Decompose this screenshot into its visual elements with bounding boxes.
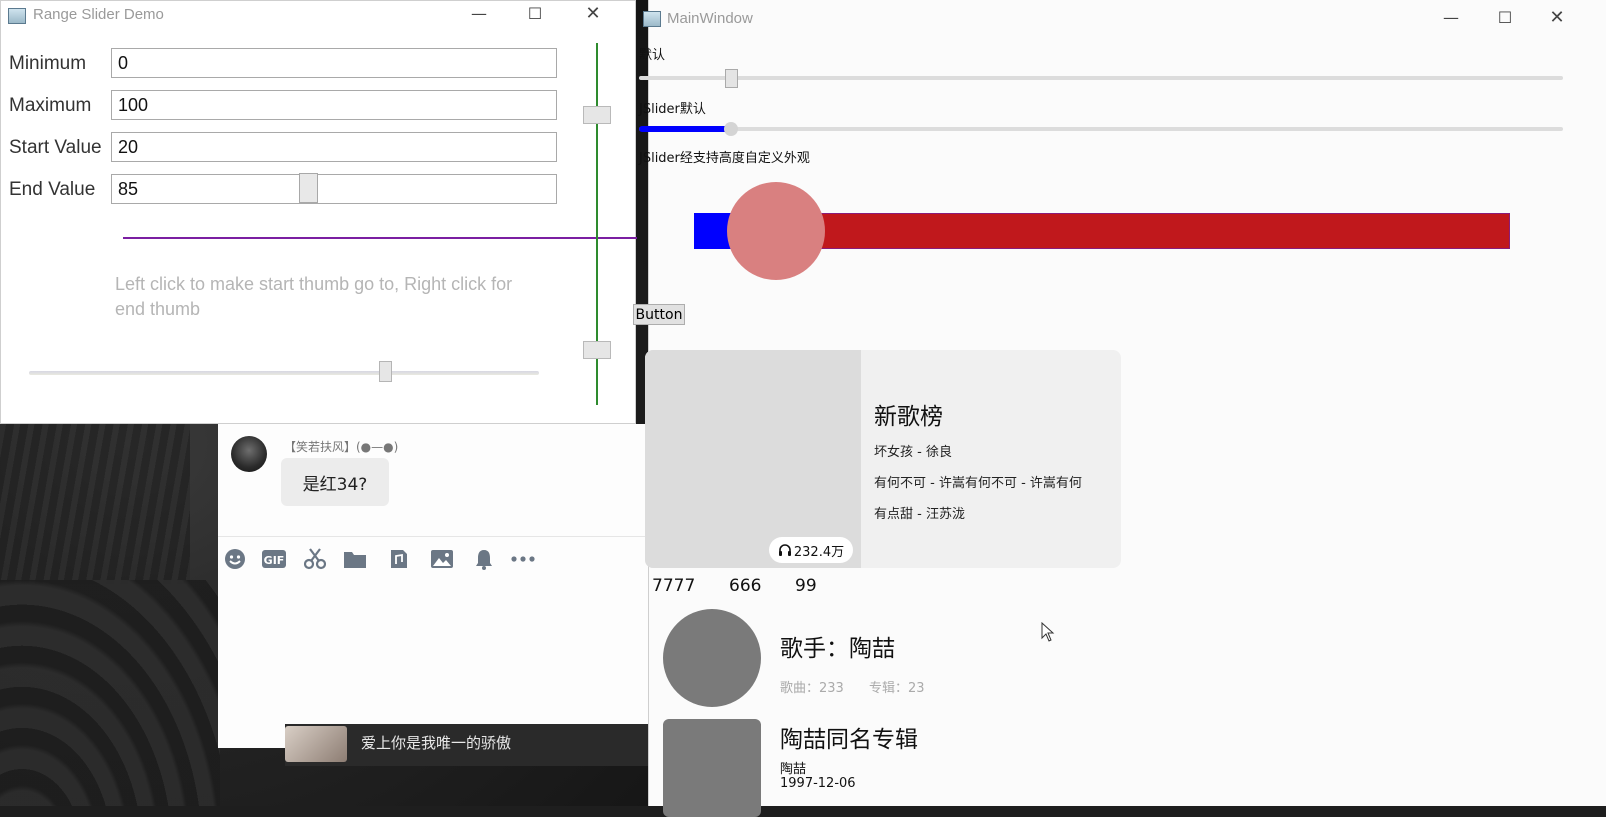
singer-name: 歌手：陶喆 xyxy=(780,636,895,662)
bottom-slider-track[interactable] xyxy=(29,371,539,375)
jslider-custom-label: JSlider经支持高度自定义外观 xyxy=(639,151,810,166)
app-icon xyxy=(8,8,26,24)
desktop-decoration xyxy=(0,424,190,584)
play-count-badge: 232.4万 xyxy=(769,537,853,563)
album-name: 陶喆同名专辑 xyxy=(780,727,918,753)
chat-window: 【笑若扶风】(●—●) 是红34? GIF xyxy=(218,424,648,748)
maximum-label: Maximum xyxy=(9,95,92,116)
chat-user-name: 【笑若扶风】(●—●) xyxy=(284,440,399,454)
playlist-song[interactable]: 有点甜 - 汪苏泷 xyxy=(874,503,965,522)
headphones-icon xyxy=(778,544,791,556)
playlist-item[interactable]: 爱上你是我唯一的骄傲 xyxy=(285,724,648,766)
end-value-label: End Value xyxy=(9,179,96,200)
start-value-input[interactable]: 20 xyxy=(111,132,557,162)
maximize-icon[interactable]: ☐ xyxy=(523,4,547,23)
folder-icon[interactable] xyxy=(342,546,368,572)
mouse-cursor-icon xyxy=(1041,622,1055,642)
main-window-icon xyxy=(643,11,661,27)
svg-text:GIF: GIF xyxy=(264,554,285,567)
playlist-song[interactable]: 有何不可 - 许嵩有何不可 - 许嵩有何 xyxy=(874,472,1082,491)
main-window: MainWindow — ☐ ✕ 默认 JSlider默认 JSlider经支持… xyxy=(633,0,1606,817)
stat-value: 99 xyxy=(795,576,817,596)
close-icon[interactable]: ✕ xyxy=(581,3,605,24)
minimize-icon[interactable]: — xyxy=(467,4,491,23)
jslider-default-thumb[interactable] xyxy=(724,122,739,136)
range-selection-line xyxy=(123,237,637,239)
album-artist: 陶喆 xyxy=(780,762,807,777)
stat-value: 666 xyxy=(729,576,762,596)
smile-icon[interactable] xyxy=(222,546,248,572)
default-slider-label: 默认 xyxy=(639,48,666,63)
maximum-input[interactable]: 100 xyxy=(111,90,557,120)
chat-divider xyxy=(218,536,648,537)
album-cover[interactable] xyxy=(663,719,761,817)
end-value-input[interactable]: 85 xyxy=(111,174,557,204)
hint-text: Left click to make start thumb go to, Ri… xyxy=(115,274,513,319)
bell-icon[interactable] xyxy=(471,546,497,572)
music-file-icon[interactable] xyxy=(385,546,411,572)
image-icon[interactable] xyxy=(429,546,455,572)
scissors-icon[interactable] xyxy=(302,546,328,572)
range-slider-window: Range Slider Demo — ☐ ✕ Minimum 0 Maximu… xyxy=(0,0,637,424)
singer-album-count: 专辑：23 xyxy=(869,681,925,696)
jslider-default-track[interactable] xyxy=(639,127,1563,131)
playlist-cover: 232.4万 xyxy=(645,350,861,568)
main-button[interactable]: Button xyxy=(633,304,685,325)
album-date: 1997-12-06 xyxy=(780,776,856,791)
vertical-lower-thumb[interactable] xyxy=(583,341,611,359)
vertical-upper-thumb[interactable] xyxy=(583,106,611,124)
default-slider-thumb[interactable] xyxy=(725,69,739,88)
jslider-default-label: JSlider默认 xyxy=(639,102,706,117)
range-start-thumb[interactable] xyxy=(299,173,318,203)
chat-message-bubble: 是红34? xyxy=(281,458,389,506)
stat-value: 7777 xyxy=(652,576,696,596)
play-count: 232.4万 xyxy=(793,544,845,560)
main-close-icon[interactable]: ✕ xyxy=(1545,7,1569,28)
playlist-card[interactable]: 232.4万 新歌榜 坏女孩 - 徐良 有何不可 - 许嵩有何不可 - 许嵩有何… xyxy=(645,350,1121,568)
window-title: Range Slider Demo xyxy=(33,6,164,23)
desktop-waves xyxy=(0,580,220,806)
singer-avatar[interactable] xyxy=(663,609,761,707)
minimum-label: Minimum xyxy=(9,53,87,74)
start-value-label: Start Value xyxy=(9,137,102,158)
singer-song-count: 歌曲：233 xyxy=(780,681,844,696)
more-icon[interactable] xyxy=(510,546,536,572)
main-maximize-icon[interactable]: ☐ xyxy=(1493,8,1517,27)
main-minimize-icon[interactable]: — xyxy=(1439,8,1463,27)
jslider-custom-thumb[interactable] xyxy=(726,182,825,280)
jslider-default-fill xyxy=(639,126,732,132)
playlist-item-title: 爱上你是我唯一的骄傲 xyxy=(361,734,512,752)
playlist-item-thumbnail xyxy=(285,726,347,762)
playlist-song[interactable]: 坏女孩 - 徐良 xyxy=(874,441,952,460)
bottom-slider-thumb[interactable] xyxy=(379,361,392,382)
minimum-input[interactable]: 0 xyxy=(111,48,557,78)
default-slider-track[interactable] xyxy=(639,76,1563,80)
main-window-title: MainWindow xyxy=(667,10,753,27)
gif-icon[interactable]: GIF xyxy=(261,546,287,572)
playlist-title: 新歌榜 xyxy=(874,404,943,430)
chat-user-avatar[interactable] xyxy=(231,436,267,472)
